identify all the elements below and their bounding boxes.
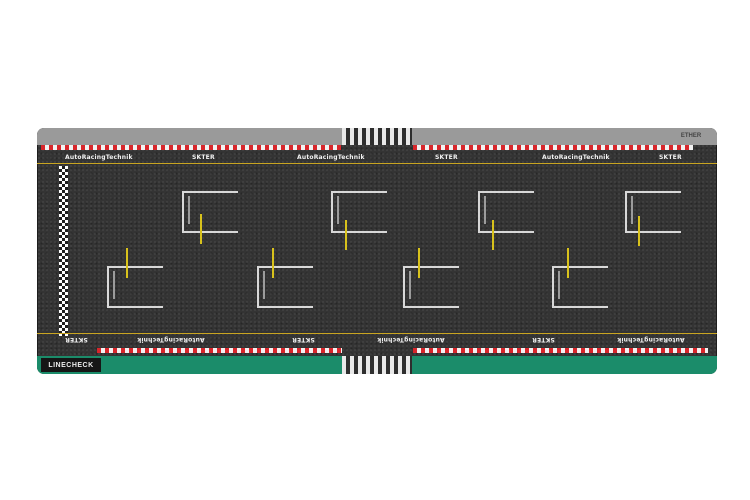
grid-slot-5-marker [492,220,494,250]
top-brand-mark: ETHER [680,133,702,139]
grid-slot-6-marker [418,248,420,278]
grid-slot-4 [257,266,313,308]
top-label-3: AutoRacingTechnik [297,154,365,161]
checkered-start-line [59,166,68,336]
grid-slot-3-marker [345,220,347,250]
race-track-mat: ETHER AutoRacingTechnik SKTER AutoRacing… [37,128,717,374]
grid-slot-1-marker [200,214,202,244]
bottom-label-3: SKTER [292,336,315,343]
top-label-6: SKTER [659,154,682,161]
grid-slot-6 [403,266,459,308]
bottom-label-5: SKTER [532,336,555,343]
bottom-label-2: AutoRacingTechnik [137,336,205,343]
grid-slot-1 [182,191,238,233]
bottom-brand-mark: LINECHECK [41,358,101,372]
top-pedestrian-crossing [342,128,412,145]
grid-slot-4-marker [272,248,274,278]
bottom-right-green-band [412,356,717,374]
bottom-left-kerb [97,348,342,353]
top-left-kerb [41,145,341,150]
bottom-yellow-line [37,333,717,334]
grid-slot-7-marker [638,216,640,246]
grid-slot-5 [478,191,534,233]
top-right-kerb [413,145,693,150]
bottom-label-6: AutoRacingTechnik [617,336,685,343]
bottom-label-4: AutoRacingTechnik [377,336,445,343]
bottom-right-kerb [413,348,708,353]
top-label-1: AutoRacingTechnik [65,154,133,161]
grid-slot-2-marker [126,248,128,278]
grid-slot-3 [331,191,387,233]
grid-slot-7 [625,191,681,233]
bottom-pedestrian-crossing [342,356,412,374]
top-yellow-line [37,163,717,164]
bottom-label-1: SKTER [65,336,88,343]
grid-slot-8 [552,266,608,308]
top-label-5: AutoRacingTechnik [542,154,610,161]
grid-slot-2 [107,266,163,308]
top-label-4: SKTER [435,154,458,161]
top-label-2: SKTER [192,154,215,161]
grid-slot-8-marker [567,248,569,278]
